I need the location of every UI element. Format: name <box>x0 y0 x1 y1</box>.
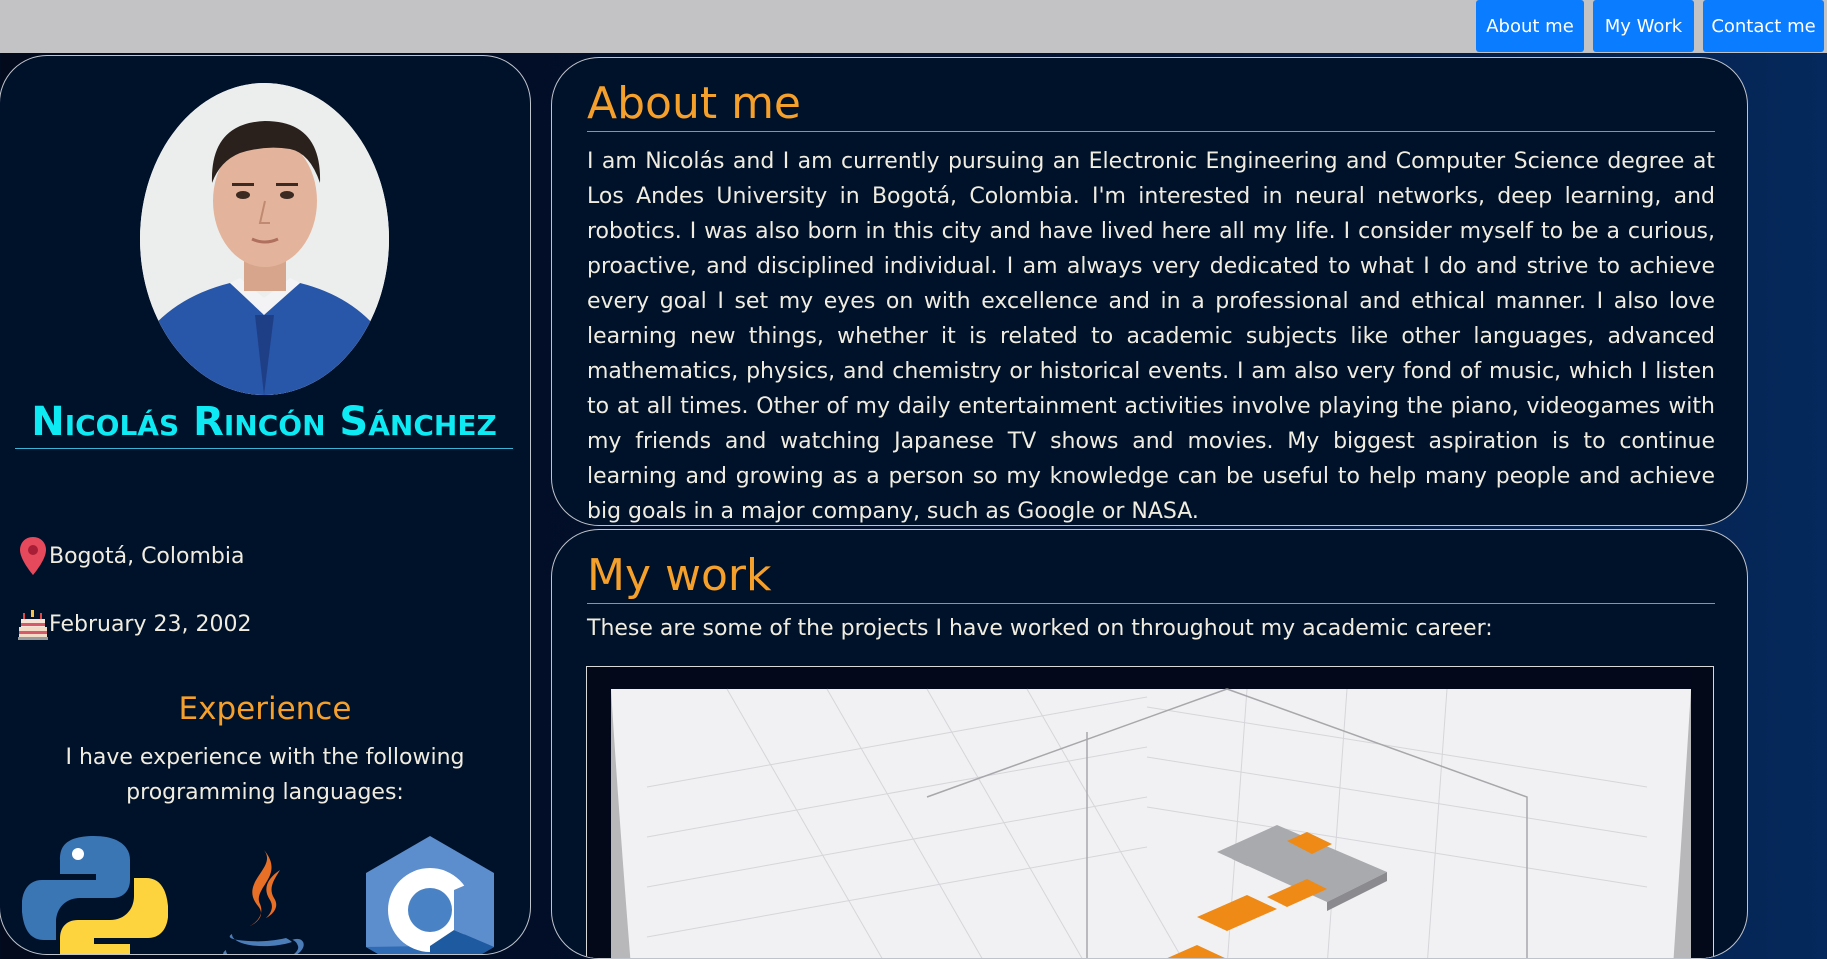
python-logo-icon <box>21 834 169 954</box>
experience-description: I have experience with the following pro… <box>65 745 465 805</box>
profile-card: Nicolás Rincón Sánchez Bogotá, Colombia <box>0 55 531 955</box>
nav-contact-button[interactable]: Contact me <box>1703 0 1824 52</box>
map-pin-icon <box>17 536 49 576</box>
name-divider <box>15 448 513 449</box>
nav-my-work-button[interactable]: My Work <box>1593 0 1694 52</box>
nav-about-button[interactable]: About me <box>1476 0 1584 52</box>
location-text: Bogotá, Colombia <box>49 543 245 569</box>
work-title: My work <box>587 550 772 601</box>
about-divider <box>587 131 1715 132</box>
work-intro-text: These are some of the projects I have wo… <box>587 616 1493 641</box>
profile-name: Nicolás Rincón Sánchez <box>31 399 497 445</box>
birthday-row: February 23, 2002 <box>17 604 251 644</box>
about-text: I am Nicolás and I am currently pursuing… <box>587 149 1715 524</box>
birthday-text: February 23, 2002 <box>49 611 252 637</box>
avatar <box>140 83 389 395</box>
c-logo-icon <box>354 834 506 954</box>
about-title: About me <box>587 78 802 129</box>
experience-title: Experience <box>178 691 352 727</box>
top-nav-bar: About me My Work Contact me <box>0 0 1827 53</box>
java-logo-icon <box>208 848 312 954</box>
project-carousel[interactable] <box>586 666 1714 958</box>
location-row: Bogotá, Colombia <box>17 536 244 576</box>
work-divider <box>587 603 1715 604</box>
project-image <box>587 667 1713 958</box>
work-card: My work These are some of the projects I… <box>551 529 1748 959</box>
about-card: About me I am Nicolás and I am currently… <box>551 57 1748 526</box>
birthday-cake-icon <box>17 604 49 644</box>
